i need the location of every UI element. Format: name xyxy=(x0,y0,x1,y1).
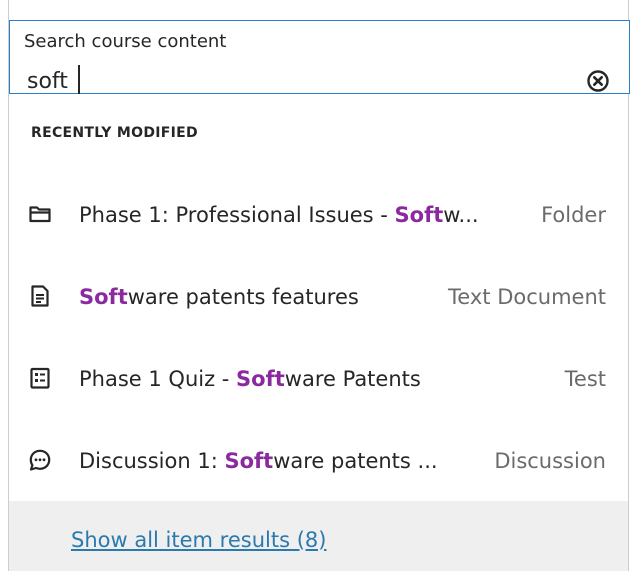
show-all-results-link[interactable]: Show all item results (8) xyxy=(71,528,326,552)
close-circle-icon xyxy=(587,70,609,92)
search-input[interactable] xyxy=(27,61,567,101)
document-icon xyxy=(28,284,52,308)
search-field[interactable]: Search course content xyxy=(9,20,630,101)
result-item-folder[interactable]: Phase 1: Professional Issues - Softw... … xyxy=(9,174,628,256)
result-type: Discussion xyxy=(494,449,606,473)
result-type: Test xyxy=(564,367,606,391)
result-type: Folder xyxy=(541,203,606,227)
result-type: Text Document xyxy=(448,285,606,309)
result-item-test[interactable]: Phase 1 Quiz - Software Patents Test xyxy=(9,338,628,420)
test-icon xyxy=(28,366,52,390)
search-panel: Search course content RECENTLY MODIFIED … xyxy=(8,0,630,571)
result-title: Phase 1: Professional Issues - Softw... xyxy=(79,203,479,227)
text-caret xyxy=(78,65,80,94)
results-footer: Show all item results (8) xyxy=(9,501,628,571)
result-title: Discussion 1: Software patents ... xyxy=(79,449,438,473)
discussion-icon xyxy=(28,448,52,472)
section-heading: RECENTLY MODIFIED xyxy=(31,125,198,141)
search-label: Search course content xyxy=(20,31,231,53)
result-item-discussion[interactable]: Discussion 1: Software patents ... Discu… xyxy=(9,420,628,502)
results-list: Phase 1: Professional Issues - Softw... … xyxy=(9,174,628,502)
result-title: Phase 1 Quiz - Software Patents xyxy=(79,367,421,391)
folder-icon xyxy=(28,202,52,226)
clear-search-button[interactable] xyxy=(586,69,610,93)
result-item-document[interactable]: Software patents features Text Document xyxy=(9,256,628,338)
